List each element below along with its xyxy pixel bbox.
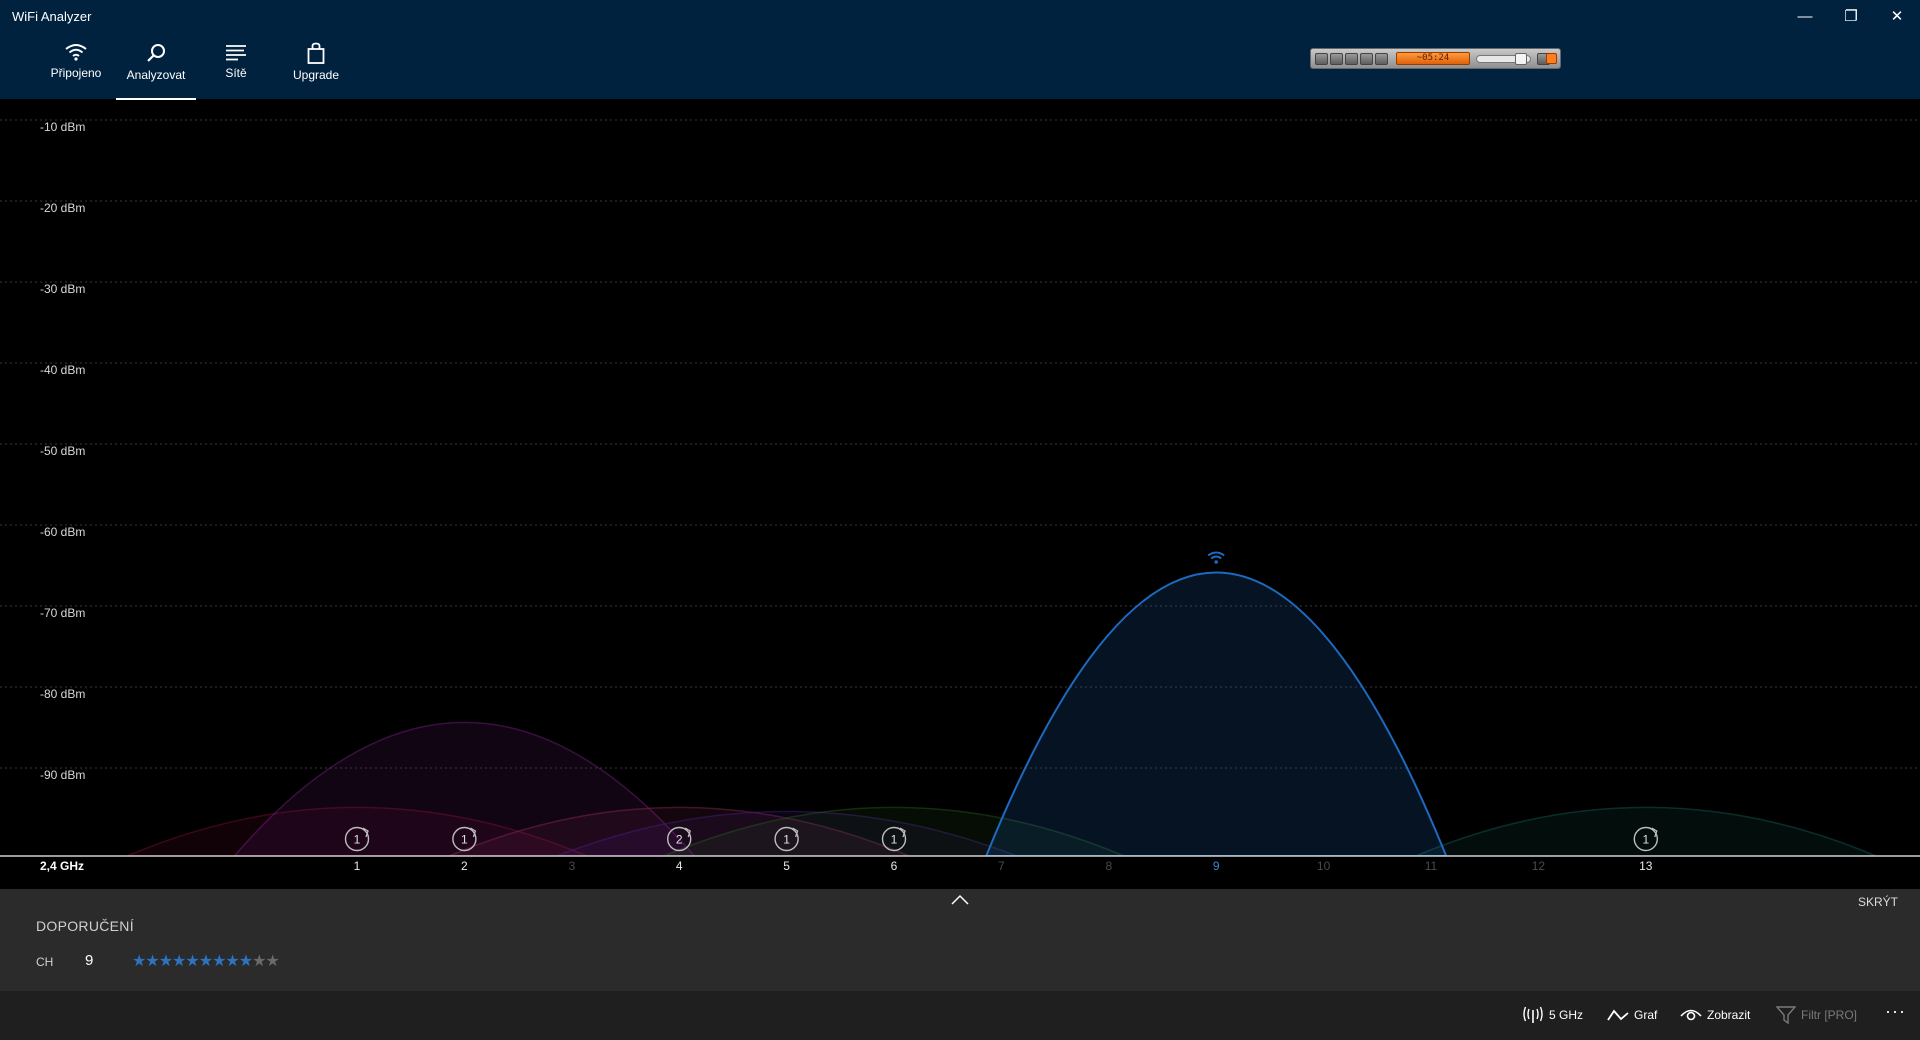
connected-wifi-icon: [1207, 551, 1225, 564]
star-filled-icon: ★: [145, 953, 159, 970]
x-tick-label: 13: [1639, 859, 1653, 873]
channel-rating-stars: ★★★★★★★★★★★: [132, 951, 280, 971]
list-icon: [226, 45, 246, 61]
x-tick-label: 5: [783, 859, 790, 873]
x-tick-label: 4: [676, 859, 683, 873]
player-volume-slider[interactable]: [1476, 53, 1531, 65]
player-next-button[interactable]: [1375, 53, 1388, 65]
nav-item-upgrade[interactable]: Upgrade: [276, 42, 356, 100]
title-bar: WiFi Analyzer — ❐ ✕ Připojeno Analyzovat…: [0, 0, 1920, 100]
star-filled-icon: ★: [212, 953, 226, 970]
view-label: Zobrazit: [1707, 1008, 1751, 1022]
channel-graph-svg: -10 dBm -20 dBm -30 dBm -40 dBm -50 dBm -60 d…: [0, 119, 1920, 889]
axis-band: [0, 856, 1920, 889]
channel-badge-count: 1: [354, 833, 361, 847]
filter-button[interactable]: Filtr [PRO]: [1776, 1005, 1857, 1025]
channel-badge-count: 2: [676, 833, 683, 847]
graph-label: Graf: [1634, 1008, 1658, 1022]
line-graph-icon: [1607, 1009, 1629, 1021]
x-tick-label: 12: [1532, 859, 1546, 873]
minimize-button[interactable]: —: [1782, 0, 1828, 32]
x-tick-label: 7: [998, 859, 1005, 873]
nav-item-analyzovat[interactable]: Analyzovat: [116, 42, 196, 100]
restore-button[interactable]: ❐: [1828, 0, 1874, 32]
y-tick-label: -50 dBm: [40, 444, 85, 458]
y-tick-label: -20 dBm: [40, 201, 85, 215]
y-tick-label: -90 dBm: [40, 768, 85, 782]
band-5ghz-button[interactable]: 5 GHz: [1522, 1005, 1583, 1025]
player-play-button[interactable]: [1330, 53, 1343, 65]
x-tick-label: 10: [1317, 859, 1331, 873]
app-title: WiFi Analyzer: [12, 9, 92, 24]
star-filled-icon: ★: [185, 953, 199, 970]
chevron-up-icon[interactable]: [950, 892, 970, 908]
recommended-channel-value: 9: [85, 952, 94, 969]
more-options-button[interactable]: ···: [1885, 1001, 1906, 1022]
x-tick-label: 9: [1213, 859, 1220, 873]
y-tick-label: -80 dBm: [40, 687, 85, 701]
y-tick-label: -30 dBm: [40, 282, 85, 296]
close-button[interactable]: ✕: [1874, 0, 1920, 32]
y-tick-label: -40 dBm: [40, 363, 85, 377]
graph-button[interactable]: Graf: [1607, 1005, 1657, 1025]
filter-icon: [1776, 1006, 1796, 1024]
recommendation-panel: SKRÝT DOPORUČENÍ CH 9 ★★★★★★★★★★★: [0, 889, 1920, 991]
channel-graph: -10 dBm -20 dBm -30 dBm -40 dBm -50 dBm -60 d…: [0, 99, 1920, 889]
y-tick-label: -60 dBm: [40, 525, 85, 539]
y-tick-label: -70 dBm: [40, 606, 85, 620]
star-filled-icon: ★: [238, 953, 253, 970]
channel-badge-count: 1: [891, 833, 898, 847]
hide-button[interactable]: SKRÝT: [1858, 895, 1898, 909]
star-empty-icon: ★: [265, 953, 279, 970]
nav-label-site: Sítě: [225, 66, 247, 80]
shopping-bag-icon: [307, 42, 325, 64]
nav-label-pripojeno: Připojeno: [50, 66, 102, 80]
channel-label: CH: [36, 955, 54, 969]
x-tick-label: 8: [1105, 859, 1112, 873]
player-stop-button[interactable]: [1360, 53, 1373, 65]
view-button[interactable]: Zobrazit: [1680, 1005, 1750, 1025]
nav-label-analyzovat: Analyzovat: [126, 68, 186, 82]
x-tick-label: 1: [354, 859, 361, 873]
player-prev-button[interactable]: [1315, 53, 1328, 65]
player-volume-knob[interactable]: [1515, 53, 1527, 65]
eye-icon: [1680, 1009, 1702, 1021]
network-curve-connected: [984, 571, 1448, 857]
band-label: 2,4 GHz: [40, 859, 84, 873]
wifi-icon: [65, 44, 87, 61]
star-filled-icon: ★: [198, 953, 213, 970]
x-tick-label: 3: [568, 859, 575, 873]
x-tick-label: 6: [891, 859, 898, 873]
star-filled-icon: ★: [132, 953, 146, 970]
antenna-icon: [1523, 1006, 1543, 1023]
nav-item-site[interactable]: Sítě: [196, 42, 276, 100]
command-bar: 5 GHz Graf Zobrazit Filtr [PRO] ···: [0, 991, 1920, 1040]
channel-badge-count: 1: [1642, 833, 1649, 847]
nav-label-upgrade: Upgrade: [292, 68, 340, 82]
recommendation-title: DOPORUČENÍ: [36, 918, 134, 934]
player-time-display: ~05:24: [1396, 52, 1470, 65]
player-pause-button[interactable]: [1345, 53, 1358, 65]
star-filled-icon: ★: [225, 953, 239, 970]
channel-badge-count: 1: [461, 833, 468, 847]
x-tick-label: 11: [1425, 859, 1438, 873]
star-filled-icon: ★: [172, 953, 186, 970]
star-filled-icon: ★: [158, 953, 173, 970]
media-player-widget[interactable]: ~05:24: [1310, 48, 1561, 69]
star-empty-icon: ★: [252, 953, 266, 970]
x-tick-label: 2: [461, 859, 468, 873]
player-close-button[interactable]: [1546, 53, 1557, 64]
filter-label: Filtr [PRO]: [1801, 1008, 1857, 1022]
band-5ghz-label: 5 GHz: [1549, 1008, 1584, 1022]
channel-badge-count: 1: [783, 833, 790, 847]
analyze-search-icon: [147, 44, 165, 62]
nav-item-pripojeno[interactable]: Připojeno: [36, 42, 116, 100]
y-tick-label: -10 dBm: [40, 120, 85, 134]
